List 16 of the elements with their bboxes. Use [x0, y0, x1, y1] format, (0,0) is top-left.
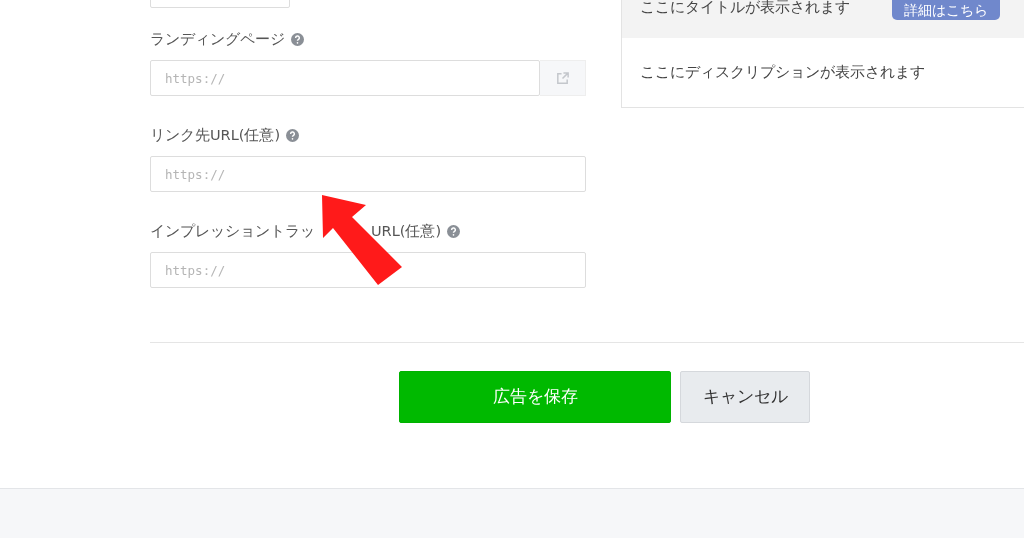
url-input[interactable]: https:// [150, 252, 586, 288]
details-button[interactable]: 詳細はこちら [892, 0, 1000, 20]
field-label: URL(任意) [371, 221, 442, 241]
help-icon[interactable] [447, 224, 461, 238]
preview-description: ここにディスクリプションが表示されます [639, 63, 926, 82]
url-input[interactable]: https:// [150, 156, 586, 192]
url-input[interactable]: https:// [150, 60, 540, 96]
preview-title: ここにタイトルが表示されます [640, 0, 850, 17]
help-icon[interactable] [291, 32, 304, 46]
cancel-button[interactable]: キャンセル [680, 371, 810, 423]
help-icon[interactable] [286, 128, 300, 142]
field-label: インプレッショントラッ [150, 221, 315, 241]
field-label: リンク先URL(任意) [150, 125, 281, 145]
field-label: ランディングページ [150, 29, 285, 49]
save-button[interactable]: 広告を保存 [399, 371, 671, 423]
external-link-icon [555, 70, 570, 86]
